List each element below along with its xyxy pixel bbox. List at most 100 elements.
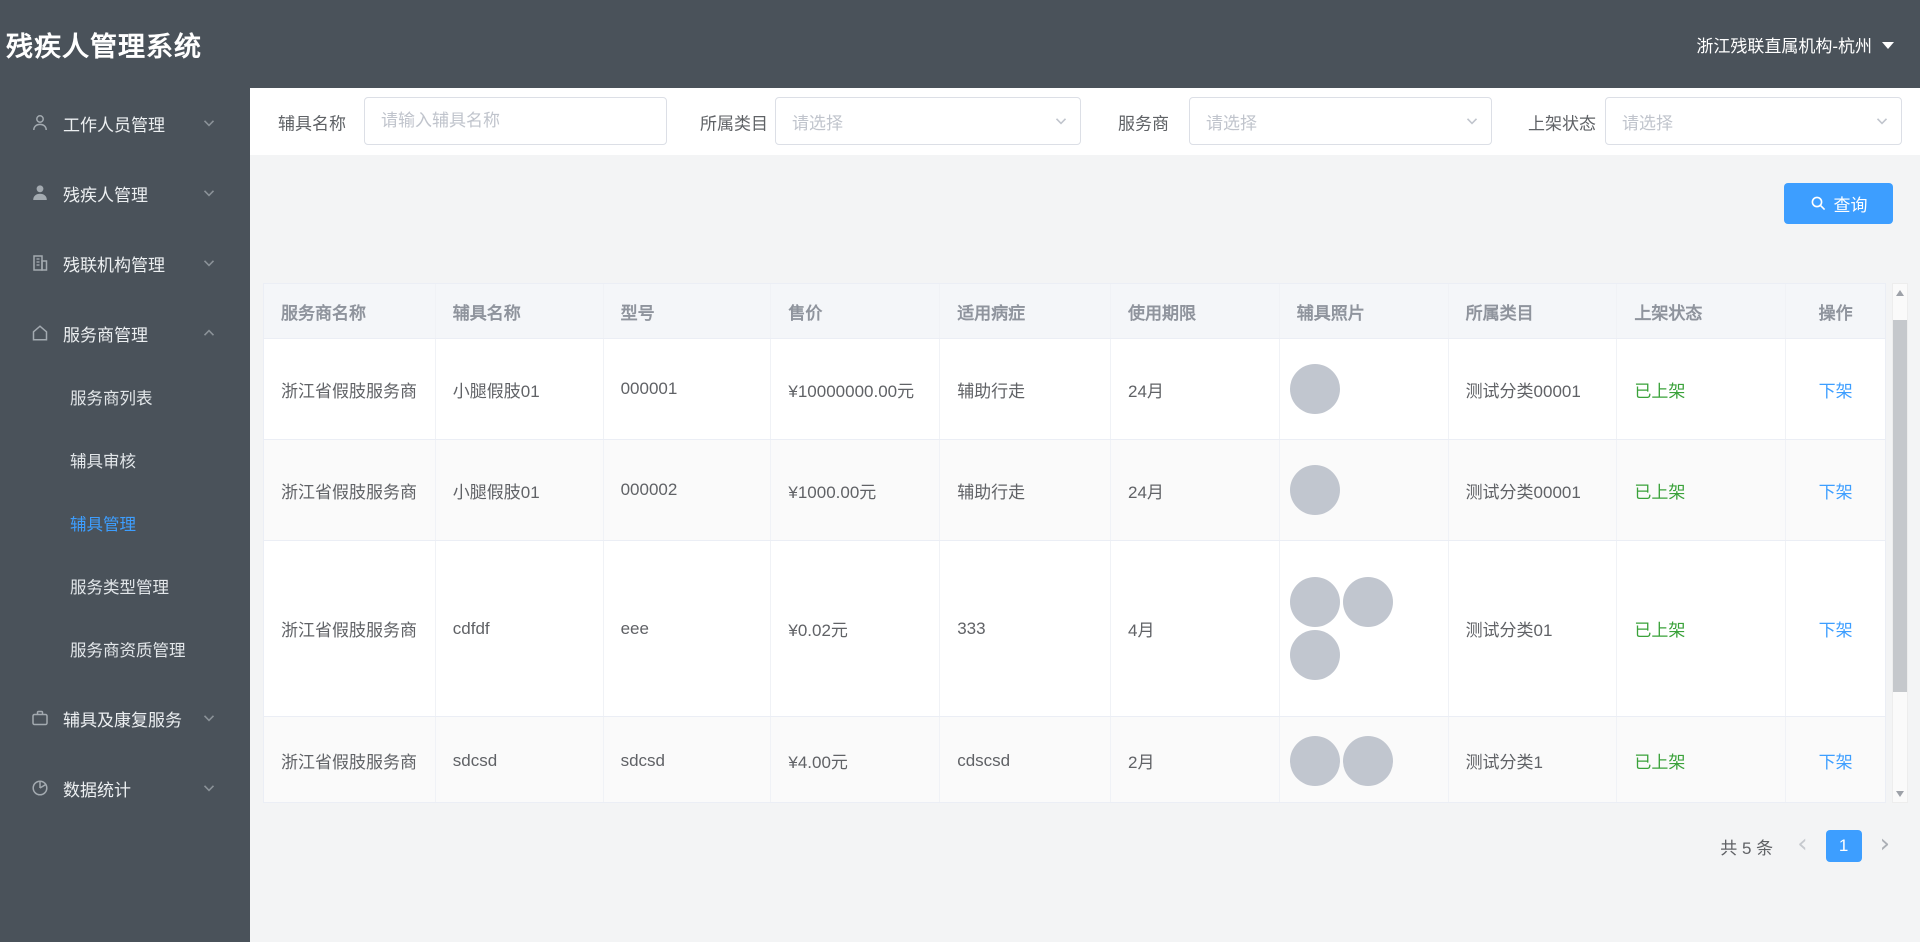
action-cell: 下架 xyxy=(1786,440,1885,540)
sidebar-item[interactable]: 数据统计 xyxy=(0,753,250,823)
sidebar-item[interactable]: 辅具及康复服务 xyxy=(0,683,250,753)
provider-select[interactable]: 请选择 xyxy=(1189,97,1492,145)
category-cell: 测试分类00001 xyxy=(1449,339,1618,439)
take-down-link[interactable]: 下架 xyxy=(1819,478,1853,503)
pagination-total: 共 5 条 xyxy=(1720,838,1774,858)
table-cell: 辅助行走 xyxy=(940,339,1111,439)
table-header: 服务商名称 辅具名称 型号 售价 适用病症 使用期限 辅具照片 所属类目 上架状态 操作 xyxy=(264,284,1885,338)
sidebar-item[interactable]: 残疾人管理 xyxy=(0,158,250,228)
table-cell: 浙江省假肢服务商 xyxy=(264,339,436,439)
scrollbar-thumb[interactable] xyxy=(1893,320,1907,692)
table-row: 浙江省假肢服务商 小腿假肢01 000002 ¥1000.00元 辅助行走 24月 测试分类… xyxy=(264,439,1885,540)
sidebar-item[interactable]: 残联机构管理 xyxy=(0,228,250,298)
app-title: 残疾人管理系统 xyxy=(6,31,202,62)
table-cell: 333 xyxy=(940,541,1111,716)
photo-cell xyxy=(1280,717,1449,802)
table-cell: ¥1000.00元 xyxy=(771,440,941,540)
photo-placeholder xyxy=(1289,465,1340,515)
sidebar: 工作人员管理 残疾人管理 残联机构管理 服务商管理 服务商列表 辅具审核 辅具管理 服务类型管… xyxy=(0,88,250,942)
chevron-down-icon xyxy=(202,256,216,270)
chevron-down-icon xyxy=(1875,114,1889,128)
photo-placeholder xyxy=(1289,630,1340,680)
action-cell: 下架 xyxy=(1786,541,1885,716)
status-select[interactable]: 请选择 xyxy=(1605,97,1902,145)
sidebar-menu: 工作人员管理 残疾人管理 残联机构管理 服务商管理 服务商列表 辅具审核 辅具管理 服务类型管… xyxy=(0,88,250,823)
table-scrollbar[interactable] xyxy=(1892,283,1908,803)
table-row: 浙江省假肢服务商 sdcsd sdcsd ¥4.00元 cdscsd 2月 测试分类1 已上架… xyxy=(264,716,1885,802)
table-cell: cdscsd xyxy=(940,717,1111,802)
take-down-link[interactable]: 下架 xyxy=(1819,616,1853,641)
table-cell: ¥4.00元 xyxy=(771,717,941,802)
action-cell: 下架 xyxy=(1786,717,1885,802)
search-icon xyxy=(1810,195,1827,212)
home-icon xyxy=(30,323,54,343)
prev-page-button[interactable]: ‹ xyxy=(1797,831,1807,861)
assistive-name-input[interactable] xyxy=(364,97,667,145)
filter-label-status: 上架状态 xyxy=(1528,114,1596,133)
take-down-link[interactable]: 下架 xyxy=(1819,377,1853,402)
photo-placeholder xyxy=(1289,577,1340,627)
photo-cell xyxy=(1280,339,1449,439)
column-header: 辅具名称 xyxy=(436,284,604,338)
table-cell: eee xyxy=(604,541,772,716)
table-cell: 浙江省假肢服务商 xyxy=(264,440,436,540)
status-badge: 已上架 xyxy=(1617,440,1787,540)
chevron-up-icon xyxy=(202,326,216,340)
column-header: 操作 xyxy=(1818,303,1853,323)
filter-label-category: 所属类目 xyxy=(700,114,768,133)
assistive-devices-table: 服务商名称 辅具名称 型号 售价 适用病症 使用期限 辅具照片 所属类目 上架状态 操作 浙江省假… xyxy=(263,283,1886,803)
table-cell: 000001 xyxy=(604,339,772,439)
briefcase-icon xyxy=(30,708,54,728)
column-header: 售价 xyxy=(771,284,941,338)
sidebar-subitem[interactable]: 辅具审核 xyxy=(0,431,250,494)
table-cell: 2月 xyxy=(1111,717,1280,802)
category-cell: 测试分类00001 xyxy=(1449,440,1618,540)
next-page-button[interactable]: › xyxy=(1880,831,1890,861)
status-badge: 已上架 xyxy=(1617,541,1787,716)
sidebar-subitem[interactable]: 服务商列表 xyxy=(0,368,250,431)
sidebar-item[interactable]: 工作人员管理 xyxy=(0,88,250,158)
sidebar-subitem[interactable]: 服务类型管理 xyxy=(0,557,250,620)
chevron-down-icon xyxy=(202,186,216,200)
table-cell: sdcsd xyxy=(604,717,772,802)
sidebar-item[interactable]: 服务商管理 xyxy=(0,298,250,368)
sidebar-subitem[interactable]: 服务商资质管理 xyxy=(0,620,250,683)
table-row: 浙江省假肢服务商 cdfdf eee ¥0.02元 333 4月 测试分类01 已上架 下架 xyxy=(264,540,1885,716)
table-body: 浙江省假肢服务商 小腿假肢01 000001 ¥10000000.00元 辅助行走 24月… xyxy=(264,338,1885,802)
category-cell: 测试分类1 xyxy=(1449,717,1618,802)
org-switcher-label: 浙江残联直属机构-杭州 xyxy=(1696,36,1872,56)
category-select[interactable]: 请选择 xyxy=(775,97,1081,145)
photo-placeholder xyxy=(1342,577,1393,627)
main-content: 辅具名称 所属类目 请选择 服务商 请选择 上架状态 请选择 xyxy=(250,88,1920,942)
table-cell: 浙江省假肢服务商 xyxy=(264,541,436,716)
scroll-down-arrow-icon[interactable] xyxy=(1893,785,1907,802)
query-button[interactable]: 查询 xyxy=(1784,183,1893,224)
action-cell: 下架 xyxy=(1786,339,1885,439)
chevron-down-icon xyxy=(1054,114,1068,128)
photo-cell xyxy=(1280,541,1449,716)
take-down-link[interactable]: 下架 xyxy=(1819,748,1853,773)
page-number-button[interactable]: 1 xyxy=(1825,830,1862,862)
column-header: 服务商名称 xyxy=(264,284,436,338)
chevron-down-icon xyxy=(202,116,216,130)
scroll-up-arrow-icon[interactable] xyxy=(1893,284,1907,301)
filter-bar: 辅具名称 所属类目 请选择 服务商 请选择 上架状态 请选择 xyxy=(250,88,1920,155)
status-badge: 已上架 xyxy=(1617,339,1787,439)
chevron-down-icon xyxy=(202,781,216,795)
pie-chart-icon xyxy=(30,778,54,798)
table-row: 浙江省假肢服务商 小腿假肢01 000001 ¥10000000.00元 辅助行走 24月… xyxy=(264,338,1885,439)
chevron-down-icon xyxy=(1465,114,1479,128)
building-icon xyxy=(30,253,54,273)
user-outline-icon xyxy=(30,113,54,133)
org-switcher-dropdown[interactable]: 浙江残联直属机构-杭州 xyxy=(1696,32,1894,57)
caret-down-icon xyxy=(1882,41,1894,49)
table-cell: sdcsd xyxy=(436,717,604,802)
table-cell: 辅助行走 xyxy=(940,440,1111,540)
category-cell: 测试分类01 xyxy=(1449,541,1618,716)
table-cell: ¥0.02元 xyxy=(771,541,941,716)
status-badge: 已上架 xyxy=(1617,717,1787,802)
top-header: 残疾人管理系统 浙江残联直属机构-杭州 xyxy=(0,0,1920,88)
filter-label-provider: 服务商 xyxy=(1118,114,1169,133)
column-header: 辅具照片 xyxy=(1280,284,1449,338)
sidebar-subitem[interactable]: 辅具管理 xyxy=(0,494,250,557)
